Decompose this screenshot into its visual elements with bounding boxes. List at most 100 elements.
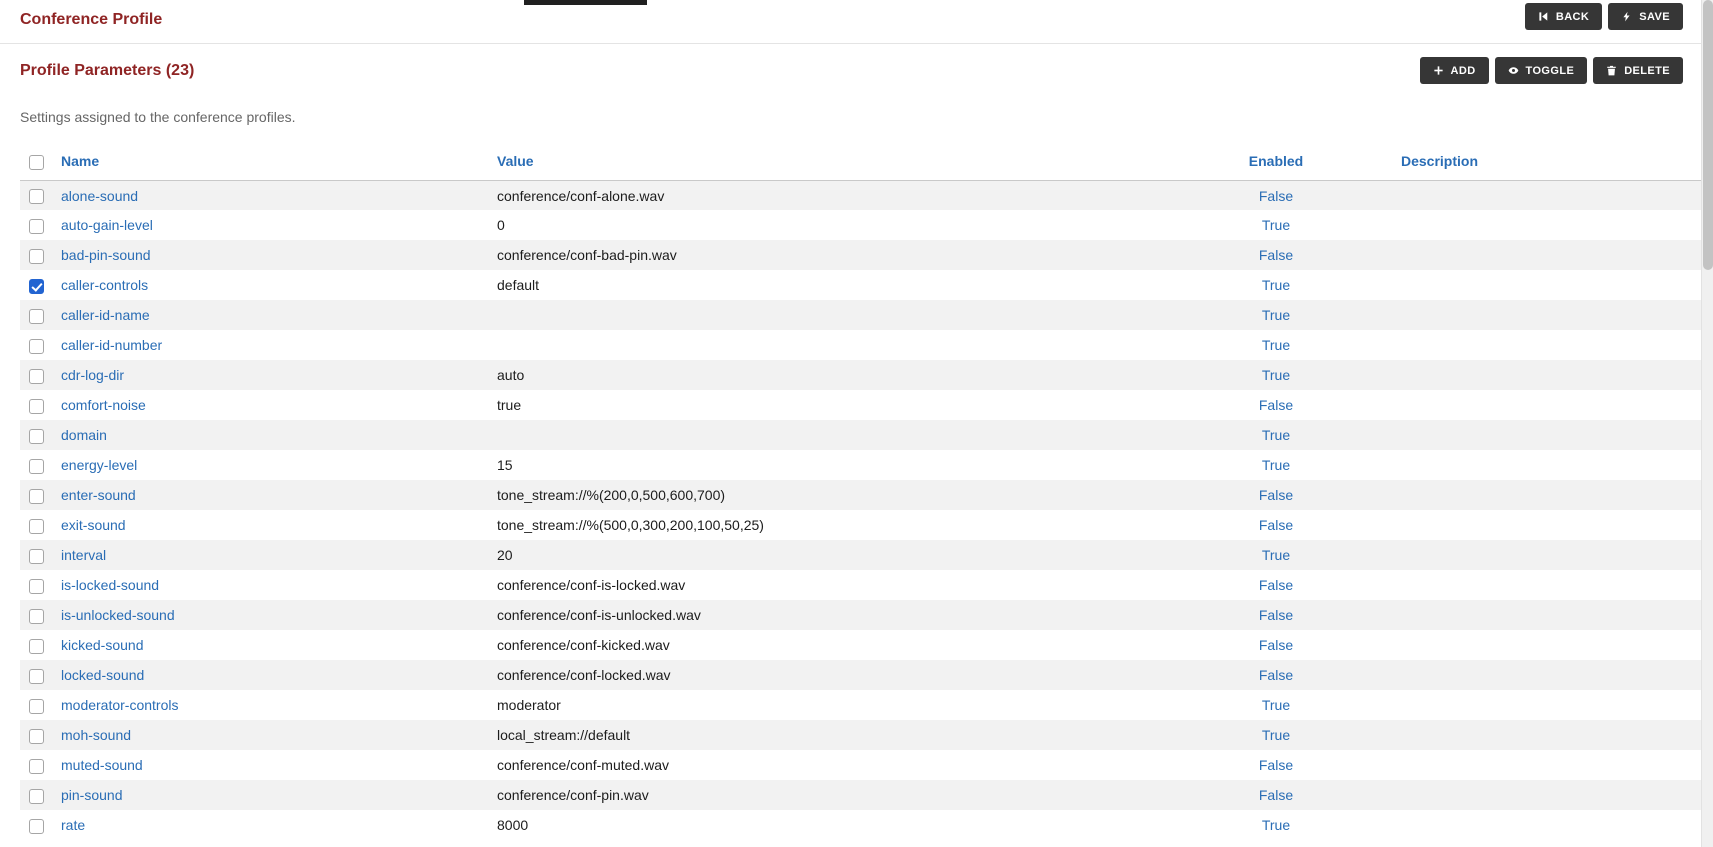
param-name-link[interactable]: alone-sound bbox=[61, 188, 138, 204]
param-value: auto bbox=[497, 360, 1248, 390]
row-checkbox[interactable] bbox=[29, 309, 44, 324]
row-checkbox[interactable] bbox=[29, 639, 44, 654]
param-enabled-link[interactable]: False bbox=[1259, 397, 1293, 413]
row-checkbox[interactable] bbox=[29, 759, 44, 774]
back-button[interactable]: BACK bbox=[1525, 3, 1602, 30]
param-name-link[interactable]: kicked-sound bbox=[61, 637, 144, 653]
param-enabled-link[interactable]: True bbox=[1262, 547, 1290, 563]
param-name-link[interactable]: moh-sound bbox=[61, 727, 131, 743]
param-description bbox=[1401, 270, 1701, 300]
delete-button[interactable]: DELETE bbox=[1593, 57, 1683, 84]
row-checkbox[interactable] bbox=[29, 489, 44, 504]
param-enabled-link[interactable]: True bbox=[1262, 817, 1290, 833]
param-name-link[interactable]: auto-gain-level bbox=[61, 217, 153, 233]
param-enabled-link[interactable]: False bbox=[1259, 247, 1293, 263]
param-enabled-link[interactable]: False bbox=[1259, 188, 1293, 204]
row-checkbox[interactable] bbox=[29, 819, 44, 834]
row-checkbox[interactable] bbox=[29, 429, 44, 444]
param-enabled-link[interactable]: True bbox=[1262, 427, 1290, 443]
param-name-link[interactable]: moderator-controls bbox=[61, 697, 179, 713]
param-value: conference/conf-muted.wav bbox=[497, 750, 1248, 780]
section-description: Settings assigned to the conference prof… bbox=[20, 109, 1693, 125]
param-name-link[interactable]: bad-pin-sound bbox=[61, 247, 151, 263]
param-enabled-link[interactable]: False bbox=[1259, 577, 1293, 593]
param-enabled-link[interactable]: True bbox=[1262, 457, 1290, 473]
row-checkbox[interactable] bbox=[29, 789, 44, 804]
row-checkbox[interactable] bbox=[29, 339, 44, 354]
param-value: tone_stream://%(200,0,500,600,700) bbox=[497, 480, 1248, 510]
parameters-table: Name Value Enabled Description alone-sou… bbox=[20, 145, 1701, 840]
section-title: Profile Parameters (23) bbox=[20, 62, 194, 80]
param-name-link[interactable]: exit-sound bbox=[61, 517, 126, 533]
param-enabled-link[interactable]: False bbox=[1259, 517, 1293, 533]
column-header-name[interactable]: Name bbox=[61, 153, 99, 169]
row-checkbox[interactable] bbox=[29, 399, 44, 414]
row-checkbox[interactable] bbox=[29, 579, 44, 594]
scrollbar-thumb[interactable] bbox=[1703, 0, 1713, 270]
param-name-link[interactable]: locked-sound bbox=[61, 667, 144, 683]
param-enabled-link[interactable]: True bbox=[1262, 217, 1290, 233]
param-name-link[interactable]: comfort-noise bbox=[61, 397, 146, 413]
column-header-value[interactable]: Value bbox=[497, 153, 534, 169]
param-description bbox=[1401, 300, 1701, 330]
param-name-link[interactable]: enter-sound bbox=[61, 487, 136, 503]
table-row: is-unlocked-sound conference/conf-is-unl… bbox=[20, 600, 1701, 630]
param-enabled-link[interactable]: False bbox=[1259, 637, 1293, 653]
param-enabled-link[interactable]: True bbox=[1262, 697, 1290, 713]
row-checkbox[interactable] bbox=[29, 189, 44, 204]
param-enabled-link[interactable]: False bbox=[1259, 607, 1293, 623]
param-name-link[interactable]: caller-id-name bbox=[61, 307, 150, 323]
table-row: muted-sound conference/conf-muted.wav Fa… bbox=[20, 750, 1701, 780]
param-name-link[interactable]: domain bbox=[61, 427, 107, 443]
vertical-scrollbar[interactable] bbox=[1701, 0, 1713, 847]
param-enabled-link[interactable]: False bbox=[1259, 487, 1293, 503]
param-description bbox=[1401, 810, 1701, 840]
row-checkbox[interactable] bbox=[29, 519, 44, 534]
param-name-link[interactable]: pin-sound bbox=[61, 787, 123, 803]
param-name-link[interactable]: caller-controls bbox=[61, 277, 148, 293]
param-enabled-link[interactable]: True bbox=[1262, 277, 1290, 293]
save-button[interactable]: SAVE bbox=[1608, 3, 1683, 30]
row-checkbox[interactable] bbox=[29, 609, 44, 624]
param-name-link[interactable]: is-unlocked-sound bbox=[61, 607, 175, 623]
row-checkbox[interactable] bbox=[29, 369, 44, 384]
delete-button-label: DELETE bbox=[1624, 65, 1670, 77]
row-checkbox[interactable] bbox=[29, 549, 44, 564]
param-name-link[interactable]: interval bbox=[61, 547, 106, 563]
select-all-checkbox[interactable] bbox=[29, 155, 44, 170]
row-checkbox[interactable] bbox=[29, 699, 44, 714]
table-header-row: Name Value Enabled Description bbox=[20, 145, 1701, 180]
column-header-description[interactable]: Description bbox=[1401, 153, 1478, 169]
row-checkbox[interactable] bbox=[29, 219, 44, 234]
param-description bbox=[1401, 630, 1701, 660]
param-enabled-link[interactable]: True bbox=[1262, 367, 1290, 383]
row-checkbox[interactable] bbox=[29, 459, 44, 474]
param-enabled-link[interactable]: True bbox=[1262, 337, 1290, 353]
param-name-link[interactable]: muted-sound bbox=[61, 757, 143, 773]
param-value bbox=[497, 300, 1248, 330]
param-name-link[interactable]: caller-id-number bbox=[61, 337, 162, 353]
param-enabled-link[interactable]: False bbox=[1259, 757, 1293, 773]
table-row: kicked-sound conference/conf-kicked.wav … bbox=[20, 630, 1701, 660]
row-checkbox[interactable] bbox=[29, 279, 44, 294]
param-enabled-link[interactable]: False bbox=[1259, 787, 1293, 803]
column-header-enabled[interactable]: Enabled bbox=[1249, 153, 1303, 169]
add-button[interactable]: ADD bbox=[1420, 57, 1489, 84]
row-checkbox[interactable] bbox=[29, 729, 44, 744]
param-description bbox=[1401, 720, 1701, 750]
param-name-link[interactable]: rate bbox=[61, 817, 85, 833]
row-checkbox[interactable] bbox=[29, 669, 44, 684]
param-value: conference/conf-alone.wav bbox=[497, 180, 1248, 210]
table-row: rate 8000 True bbox=[20, 810, 1701, 840]
param-name-link[interactable]: energy-level bbox=[61, 457, 137, 473]
param-enabled-link[interactable]: True bbox=[1262, 727, 1290, 743]
toggle-button[interactable]: TOGGLE bbox=[1495, 57, 1588, 84]
param-enabled-link[interactable]: False bbox=[1259, 667, 1293, 683]
table-row: domain True bbox=[20, 420, 1701, 450]
row-checkbox[interactable] bbox=[29, 249, 44, 264]
table-row: cdr-log-dir auto True bbox=[20, 360, 1701, 390]
param-enabled-link[interactable]: True bbox=[1262, 307, 1290, 323]
table-row: exit-sound tone_stream://%(500,0,300,200… bbox=[20, 510, 1701, 540]
param-name-link[interactable]: is-locked-sound bbox=[61, 577, 159, 593]
param-name-link[interactable]: cdr-log-dir bbox=[61, 367, 124, 383]
